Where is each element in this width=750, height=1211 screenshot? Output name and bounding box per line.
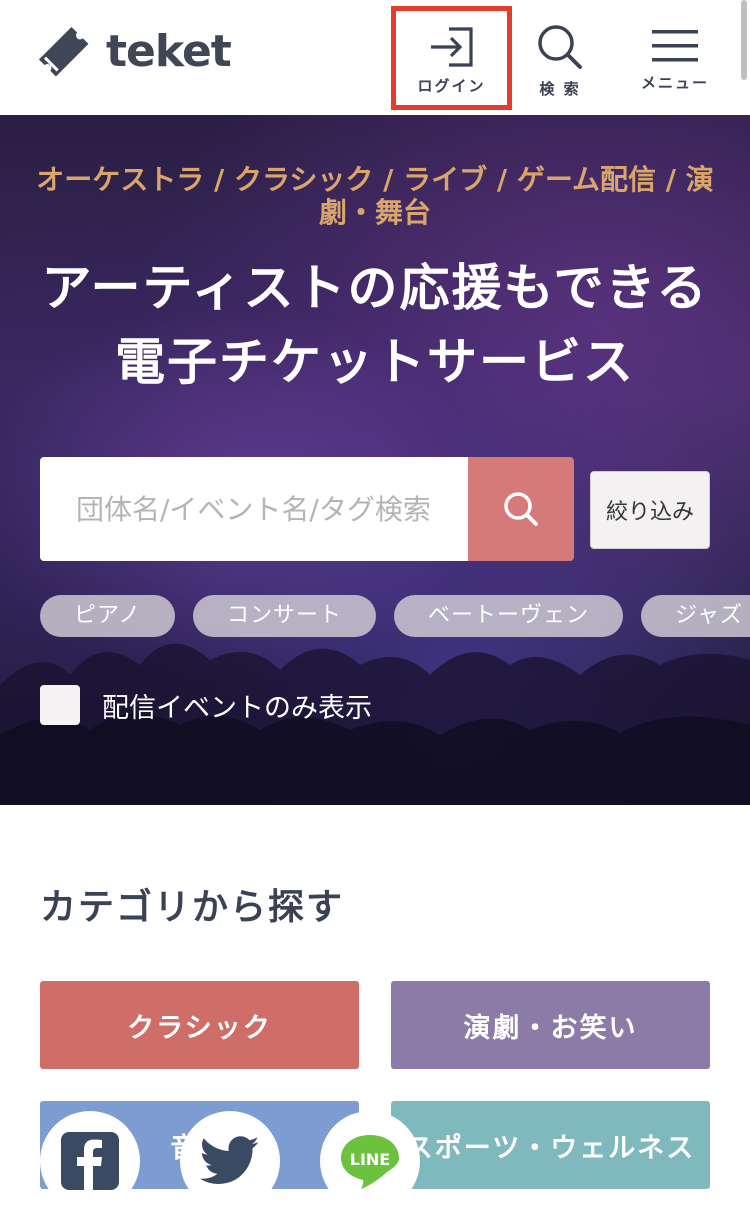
hero-banner: オーケストラ / クラシック / ライブ / ゲーム配信 / 演劇・舞台 アーテ…	[0, 115, 750, 805]
page-scrollbar[interactable]	[741, 0, 747, 80]
search-icon	[538, 25, 582, 69]
hamburger-menu-icon	[652, 30, 698, 62]
line-icon: LINE	[341, 1135, 399, 1189]
search-field-wrapper	[40, 457, 468, 561]
genre-list: オーケストラ / クラシック / ライブ / ゲーム配信 / 演劇・舞台	[36, 163, 714, 229]
online-only-filter: 配信イベントのみ表示	[40, 685, 372, 725]
line-share-button[interactable]: LINE	[320, 1111, 420, 1211]
category-sports-button[interactable]: スポーツ・ウェルネス	[391, 1101, 710, 1189]
online-only-checkbox[interactable]	[40, 685, 80, 725]
line-icon-text: LINE	[350, 1150, 390, 1169]
login-label: ログイン	[417, 77, 486, 95]
tag-chip[interactable]: コンサート	[193, 595, 377, 637]
online-only-label: 配信イベントのみ表示	[102, 692, 372, 724]
login-icon	[430, 27, 473, 67]
search-nav-label: 検 索	[539, 80, 581, 98]
tag-chip[interactable]: ジャズ	[641, 595, 750, 637]
hero-headline: アーティストの応援もできる 電子チケットサービス	[0, 251, 750, 399]
facebook-icon	[61, 1132, 119, 1190]
facebook-share-button[interactable]	[40, 1111, 140, 1211]
search-submit-button[interactable]	[468, 457, 574, 561]
site-header: teket ログイン 検 索 メニュー	[0, 0, 750, 115]
logo-text: teket	[106, 25, 232, 77]
tag-chip[interactable]: ベートーヴェン	[394, 595, 624, 637]
search-input[interactable]	[74, 491, 434, 527]
tag-list: ピアノ コンサート ベートーヴェン ジャズ	[40, 595, 750, 637]
search-icon	[504, 492, 538, 526]
login-button[interactable]: ログイン	[391, 6, 512, 110]
headline-line-2: 電子チケットサービス	[115, 333, 635, 391]
menu-label: メニュー	[640, 74, 709, 92]
category-drama-button[interactable]: 演劇・お笑い	[391, 981, 710, 1069]
ticket-logo-icon	[38, 26, 89, 77]
twitter-share-button[interactable]	[180, 1111, 280, 1211]
twitter-icon	[200, 1136, 259, 1184]
category-classic-button[interactable]: クラシック	[40, 981, 359, 1069]
search-nav-button[interactable]: 検 索	[520, 6, 600, 122]
tag-chip[interactable]: ピアノ	[40, 595, 176, 637]
category-section-title: カテゴリから探す	[40, 887, 345, 928]
filter-button[interactable]: 絞り込み	[590, 471, 710, 549]
teket-logo[interactable]: teket	[30, 18, 232, 84]
menu-button[interactable]: メニュー	[632, 6, 718, 126]
headline-line-1: アーティストの応援もできる	[41, 259, 709, 317]
